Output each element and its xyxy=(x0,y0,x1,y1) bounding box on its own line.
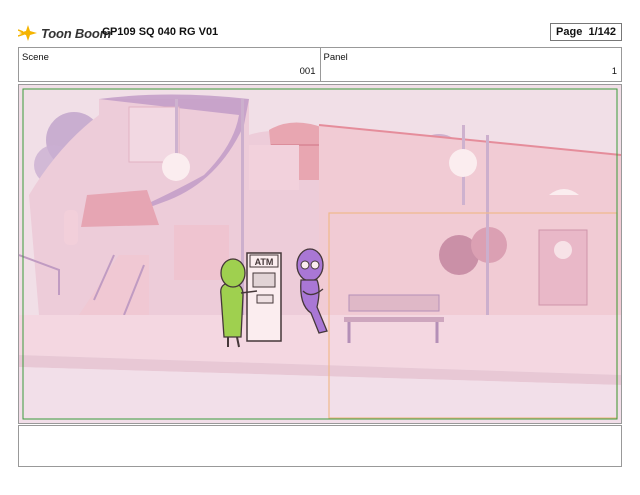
logo-text: Toon Boom xyxy=(41,25,111,41)
panel-label: Panel xyxy=(323,52,348,63)
scene-cell: Scene 001 xyxy=(19,48,320,81)
panel-cell: Panel 1 xyxy=(319,48,622,81)
panel-image-frame[interactable]: ATM xyxy=(18,84,622,424)
scene-panel-info: Scene 001 Panel 1 xyxy=(18,47,622,82)
panel-notes-box[interactable] xyxy=(18,425,622,467)
storyboard-header: Toon Boom CP109 SQ 040 RG V01 Page 1/142 xyxy=(18,22,622,44)
scene-value: 001 xyxy=(299,66,316,77)
logo: Toon Boom xyxy=(18,22,111,44)
toon-boom-star-icon xyxy=(18,25,37,41)
page-indicator: Page 1/142 xyxy=(550,23,622,41)
page-number: 1/142 xyxy=(588,26,616,38)
scene-label: Scene xyxy=(22,52,49,63)
page-label: Page xyxy=(556,26,583,38)
overlay-tint xyxy=(19,85,621,423)
panel-value: 1 xyxy=(611,66,617,77)
panel-illustration: ATM xyxy=(19,85,621,423)
document-title: CP109 SQ 040 RG V01 xyxy=(102,26,219,38)
